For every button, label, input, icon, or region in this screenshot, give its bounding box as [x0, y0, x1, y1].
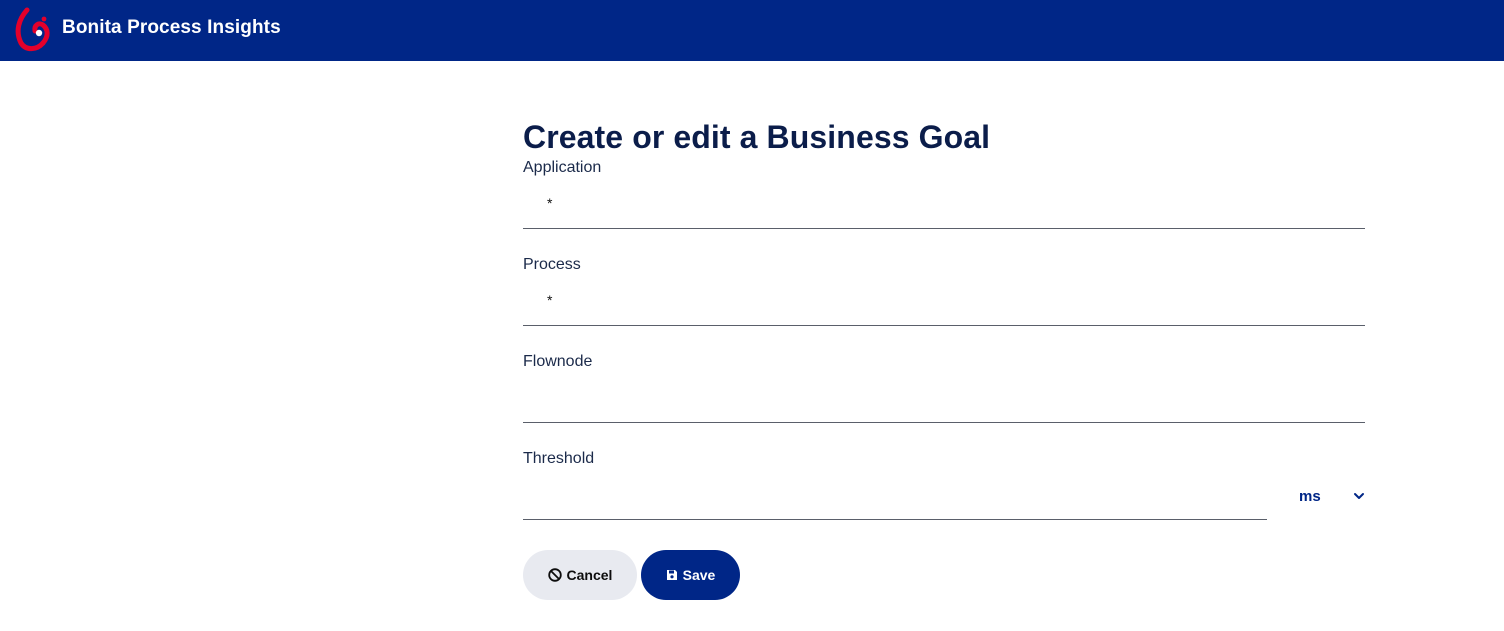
threshold-unit-value: ms	[1299, 487, 1321, 505]
process-required-mark: *	[547, 292, 553, 308]
flownode-label: Flownode	[523, 353, 593, 370]
application-input[interactable]	[523, 185, 1365, 229]
application-field: Application *	[523, 159, 1365, 256]
prohibited-icon	[547, 568, 562, 582]
application-required-mark: *	[547, 195, 553, 211]
process-input[interactable]	[523, 282, 1365, 326]
flownode-input[interactable]	[523, 379, 1365, 423]
process-field: Process *	[523, 256, 1365, 353]
process-label: Process	[523, 256, 581, 273]
application-label: Application	[523, 159, 602, 176]
threshold-unit-select[interactable]: ms	[1299, 483, 1365, 509]
save-button[interactable]: Save	[641, 550, 740, 600]
form-actions: Cancel Save	[523, 550, 740, 600]
threshold-field: Threshold ms	[523, 450, 1365, 547]
business-goal-form: Create or edit a Business Goal Applicati…	[523, 115, 1365, 547]
floppy-disk-icon	[666, 570, 677, 580]
top-bar: Bonita Process Insights	[0, 0, 1504, 61]
bonita-logo-icon[interactable]	[13, 7, 55, 53]
threshold-label: Threshold	[523, 450, 595, 467]
save-label: Save	[682, 567, 716, 583]
threshold-input[interactable]	[523, 476, 1267, 520]
flownode-field: Flownode	[523, 353, 1365, 450]
chevron-down-icon	[1354, 493, 1364, 499]
cancel-button[interactable]: Cancel	[523, 550, 637, 600]
page-title: Create or edit a Business Goal	[523, 119, 991, 155]
cancel-label: Cancel	[566, 567, 613, 583]
app-title[interactable]: Bonita Process Insights	[62, 17, 281, 39]
